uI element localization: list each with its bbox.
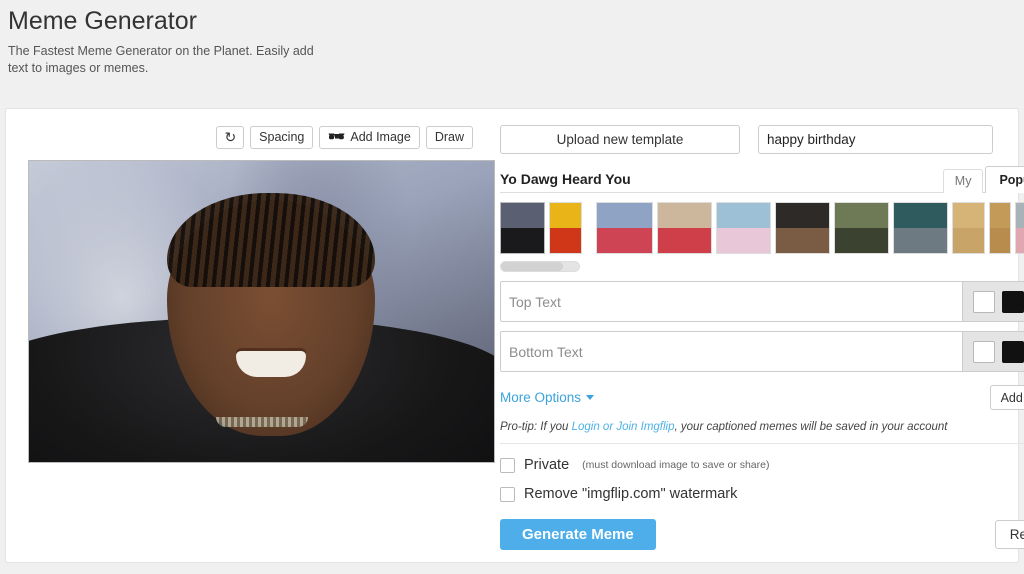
- add-image-button-label: Add Image: [350, 130, 411, 145]
- top-text-row: [500, 281, 1024, 322]
- preview-subject-chain: [215, 416, 308, 427]
- template-thumbnail-strip[interactable]: [500, 202, 1024, 254]
- bottom-text-controls: [963, 332, 1024, 371]
- thumbnail-bottom-half: [776, 228, 829, 253]
- thumbnail-bottom-half: [894, 228, 947, 253]
- thumbnail-top-half: [597, 203, 652, 228]
- page-title: Meme Generator: [8, 7, 197, 35]
- thumbnail-top-half: [953, 203, 984, 228]
- chevron-down-icon: [586, 395, 595, 400]
- more-options-toggle[interactable]: More Options: [500, 390, 595, 405]
- remove-watermark-checkbox[interactable]: [500, 486, 515, 502]
- template-thumbnail-comic-panels-blue[interactable]: [596, 202, 653, 254]
- template-search-input[interactable]: [758, 125, 993, 154]
- tab-my[interactable]: My: [942, 169, 984, 193]
- thumbnail-top-half: [501, 203, 544, 228]
- thumbnail-top-half: [1016, 203, 1024, 228]
- template-browser: [500, 193, 1024, 272]
- thumbnail-bottom-half: [1016, 228, 1024, 253]
- add-text-button[interactable]: Add Text: [989, 385, 1024, 410]
- add-image-button[interactable]: Add Image: [319, 126, 420, 149]
- template-thumbnail-train-platform[interactable]: [893, 202, 948, 254]
- add-image-icon: [328, 131, 345, 145]
- upload-new-template-button[interactable]: Upload new template: [500, 125, 740, 154]
- thumbnail-top-half: [894, 203, 947, 228]
- top-text-outline-color-swatch[interactable]: [973, 290, 995, 313]
- thumbnail-bottom-half: [597, 228, 652, 253]
- template-thumbnail-small-dog[interactable]: [989, 202, 1011, 254]
- pro-tip-prefix: Pro-tip: If you: [500, 421, 572, 433]
- image-toolbar: ↻ Spacing Add Image Draw: [6, 126, 495, 149]
- thumbnail-scrollbar[interactable]: [500, 261, 580, 272]
- meme-generator-card: ↻ Spacing Add Image Draw Upload new temp…: [5, 108, 1024, 563]
- template-thumbnail-yo-dawg-xzibit[interactable]: [500, 202, 545, 254]
- thumbnail-bottom-half: [717, 228, 770, 253]
- page-header: Meme Generator The Fastest Meme Generato…: [0, 0, 1024, 77]
- preview-subject-smile: [235, 351, 306, 378]
- draw-button-label: Draw: [434, 130, 464, 145]
- bottom-text-fill-color-swatch[interactable]: [1002, 340, 1024, 363]
- template-thumbnail-green-speech-comic[interactable]: [716, 202, 771, 254]
- private-checkbox[interactable]: [500, 457, 515, 473]
- draw-button[interactable]: Draw: [425, 126, 473, 149]
- remove-watermark-checkbox-row: Remove "imgflip.com" watermark: [500, 486, 1024, 502]
- thumbnail-bottom-half: [658, 228, 711, 253]
- spacing-button[interactable]: Spacing: [250, 126, 314, 149]
- remove-watermark-checkbox-label: Remove "imgflip.com" watermark: [524, 486, 738, 502]
- thumbnail-top-half: [717, 203, 770, 228]
- options-row: More Options Add Text: [500, 385, 1024, 410]
- tab-popular[interactable]: Popular: [985, 166, 1024, 193]
- thumbnail-top-half: [990, 203, 1010, 228]
- more-options-label: More Options: [500, 390, 582, 405]
- thumbnail-bottom-half: [990, 228, 1010, 253]
- top-text-input[interactable]: [501, 282, 963, 321]
- thumbnail-bottom-half: [953, 228, 984, 253]
- template-tabs: My Popular: [942, 165, 1024, 193]
- private-checkbox-row: Private (must download image to save or …: [500, 457, 1024, 473]
- thumbnail-bottom-half: [550, 228, 581, 253]
- preview-column: ↻ Spacing Add Image Draw: [6, 109, 495, 562]
- private-checkbox-label: Private: [524, 457, 570, 473]
- pro-tip-text: Pro-tip: If you Login or Join Imgflip, y…: [500, 421, 1024, 444]
- template-thumbnail-yellow-red-comic[interactable]: [549, 202, 582, 254]
- pro-tip-suffix: , your captioned memes will be saved in …: [674, 421, 948, 433]
- top-text-controls: [963, 282, 1024, 321]
- thumbnail-bottom-half: [835, 228, 888, 253]
- thumbnail-top-half: [658, 203, 711, 228]
- spacing-button-label: Spacing: [259, 130, 305, 145]
- page-subtitle: The Fastest Meme Generator on the Planet…: [8, 44, 314, 76]
- template-source-row: Upload new template: [500, 125, 1024, 154]
- template-thumbnail-tan-fur-animal[interactable]: [952, 202, 985, 254]
- login-join-imgflip-link[interactable]: Login or Join Imgflip: [572, 421, 675, 433]
- selected-template-name: Yo Dawg Heard You: [500, 171, 631, 187]
- controls-column: Upload new template Yo Dawg Heard You My…: [495, 109, 1024, 562]
- meme-preview-image[interactable]: [28, 160, 495, 463]
- template-thumbnail-group-photo[interactable]: [657, 202, 712, 254]
- reset-button[interactable]: Reset: [994, 520, 1024, 549]
- generate-meme-button[interactable]: Generate Meme: [500, 519, 656, 550]
- template-thumbnail-dark-portrait-pair[interactable]: [775, 202, 830, 254]
- template-thumbnail-pink-umbrella[interactable]: [1015, 202, 1024, 254]
- thumbnail-scrollbar-thumb[interactable]: [501, 262, 563, 271]
- thumbnail-bottom-half: [501, 228, 544, 253]
- template-thumbnail-street-scene[interactable]: [834, 202, 889, 254]
- thumbnail-top-half: [776, 203, 829, 228]
- bottom-text-outline-color-swatch[interactable]: [973, 340, 995, 363]
- action-row: Generate Meme Reset: [500, 519, 1024, 550]
- thumbnail-top-half: [835, 203, 888, 228]
- bottom-text-row: [500, 331, 1024, 372]
- top-text-fill-color-swatch[interactable]: [1002, 290, 1024, 313]
- thumbnail-top-half: [550, 203, 581, 228]
- template-header: Yo Dawg Heard You My Popular: [500, 165, 1024, 193]
- private-checkbox-note: (must download image to save or share): [582, 459, 770, 471]
- rotate-icon: ↻: [224, 128, 237, 145]
- rotate-button[interactable]: ↻: [216, 126, 245, 149]
- bottom-text-input[interactable]: [501, 332, 963, 371]
